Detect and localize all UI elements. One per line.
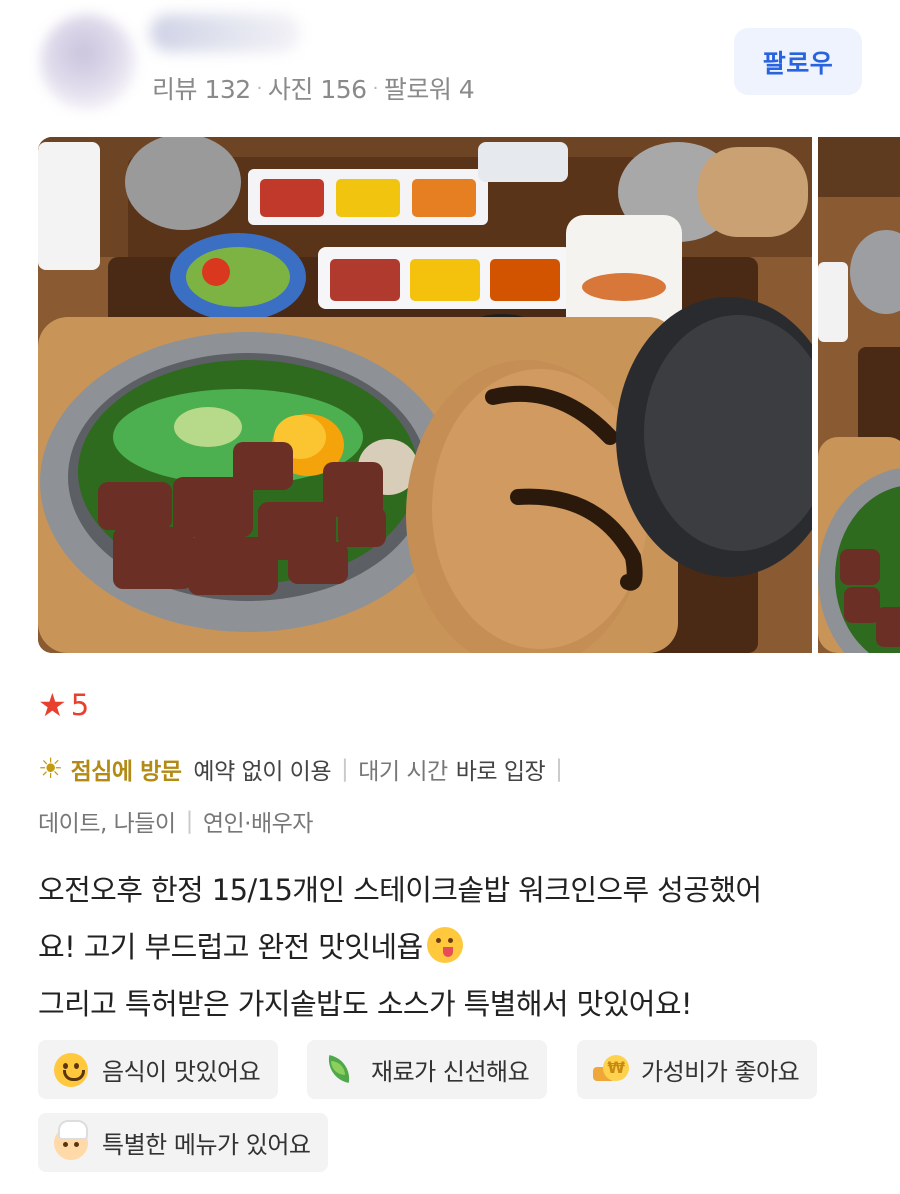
visit-companion: 연인·배우자 [202,811,314,837]
profile-stats: 리뷰 132 · 사진 156 · 팔로워 4 [152,70,475,106]
tag-chip: 음식이 맛있어요 [38,1040,279,1099]
review-photo-main[interactable] [38,137,812,653]
food-photo-illustration [38,137,812,653]
tag-chip: 가성비가 좋아요 [577,1040,818,1099]
chef-icon [54,1119,88,1160]
tag-chip: 특별한 메뉴가 있어요 [38,1113,329,1172]
smile-icon [54,1052,88,1087]
review-line-text: 요! 고기 부드럽고 완전 맛잇네욥 [38,930,423,964]
visit-separator: | [555,756,563,782]
tag-label: 재료가 신선해요 [371,1058,530,1086]
review-line: 요! 고기 부드럽고 완전 맛잇네욥 [38,919,868,976]
followers-count: 팔로워 4 [383,75,475,104]
coin-icon [593,1053,629,1087]
visit-reservation: 예약 없이 이용 [193,759,332,785]
rating: ★ 5 [38,688,89,722]
yum-emoji-icon [426,927,463,963]
visit-info-row: ☀ 점심에 방문 예약 없이 이용 | 대기 시간 바로 입장 | [38,752,572,786]
tag-label: 가성비가 좋아요 [641,1058,800,1086]
avatar[interactable] [40,14,136,110]
stats-separator: · [372,77,379,99]
tag-chip: 재료가 신선해요 [307,1040,548,1099]
leaf-icon [323,1053,357,1087]
visit-info-row: 데이트, 나들이 | 연인·배우자 [38,804,313,838]
review-line: 그리고 특허받은 가지솥밥도 소스가 특별해서 맛있어요! [38,987,693,1021]
sun-icon: ☀ [38,752,63,785]
visit-time: 점심에 방문 [70,759,182,785]
rating-score: 5 [70,688,90,722]
tag-label: 음식이 맛있어요 [102,1058,261,1086]
visit-wait-value: 바로 입장 [455,759,546,785]
follow-button[interactable]: 팔로우 [734,28,862,95]
visit-separator: | [185,808,194,834]
review-photo-next[interactable] [818,137,900,653]
username-blurred[interactable] [150,14,300,52]
tag-label: 특별한 메뉴가 있어요 [102,1131,311,1159]
review-text[interactable]: 오전오후 한정 15/15개인 스테이크솥밥 워크인으루 성공했어 요! 고기 … [38,862,868,1033]
star-icon: ★ [38,686,67,724]
photos-count: 사진 156 [267,75,367,104]
visit-separator: | [341,756,349,782]
reviews-count: 리뷰 132 [152,75,251,104]
visit-wait-label: 대기 시간 [358,759,448,785]
stats-separator: · [256,77,263,99]
food-photo-next-illustration [818,137,900,653]
visit-purpose: 데이트, 나들이 [38,811,176,837]
review-line: 오전오후 한정 15/15개인 스테이크솥밥 워크인으루 성공했어 [38,873,762,907]
